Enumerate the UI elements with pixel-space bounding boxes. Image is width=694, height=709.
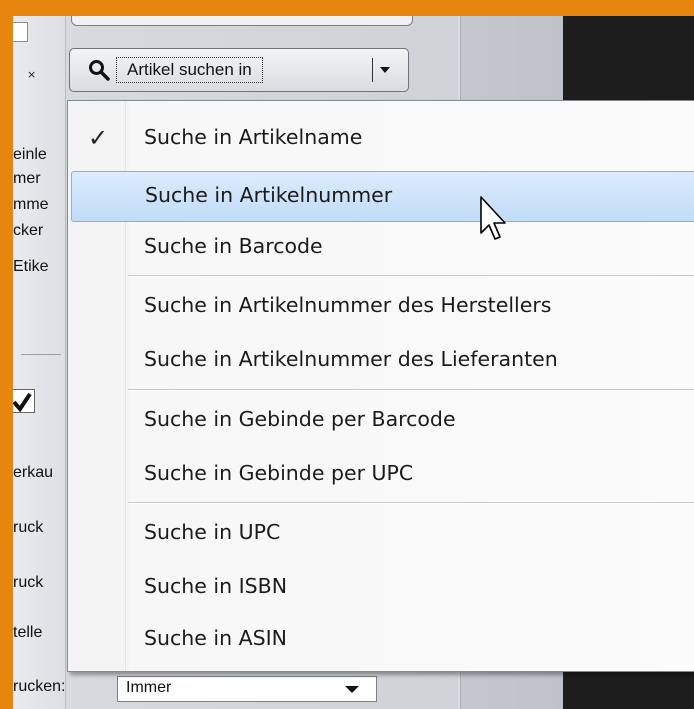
left-label-2: mer: [13, 170, 41, 187]
menu-item-label: Suche in Artikelnummer des Herstellers: [144, 293, 552, 317]
top-checkbox[interactable]: [13, 22, 28, 42]
menu-item-artikelname[interactable]: ✓ Suche in Artikelname: [71, 113, 694, 164]
left-label-6: erkau: [13, 464, 54, 481]
left-label-8: ruck: [13, 574, 44, 591]
menu-item-upc[interactable]: Suche in UPC: [71, 508, 694, 559]
search-in-button[interactable]: Artikel suchen in: [69, 48, 409, 92]
checkmark-icon: ✓: [88, 124, 109, 152]
menu-item-gebinde-upc[interactable]: Suche in Gebinde per UPC: [71, 449, 694, 500]
menu-item-label: Suche in Artikelnummer: [145, 183, 393, 207]
search-in-menu: ✓ Suche in Artikelname Suche in Artikeln…: [67, 100, 694, 672]
menu-item-label: Suche in Gebinde per UPC: [144, 461, 414, 485]
menu-item-label: Suche in Artikelnummer des Lieferanten: [144, 347, 558, 371]
left-column: [13, 16, 66, 709]
menu-separator: [128, 275, 694, 277]
menu-item-artikelnummer[interactable]: Suche in Artikelnummer: [71, 171, 694, 222]
menu-item-label: Suche in ASIN: [144, 626, 288, 650]
menu-item-artikelnummer-lieferant[interactable]: Suche in Artikelnummer des Lieferanten: [71, 335, 694, 386]
menu-item-asin[interactable]: Suche in ASIN: [71, 614, 694, 665]
option-checkbox[interactable]: [13, 389, 35, 413]
print-mode-select[interactable]: Immer: [117, 676, 377, 702]
menu-separator: [128, 502, 694, 504]
left-label-9: telle: [13, 624, 43, 641]
menu-item-isbn[interactable]: Suche in ISBN: [71, 562, 694, 613]
left-label-7: ruck: [13, 519, 44, 536]
left-label-1: einle: [13, 146, 47, 163]
left-label-5: Etike: [13, 258, 49, 275]
bottom-label: rucken:: [13, 678, 66, 695]
mouse-pointer-icon: [480, 196, 506, 240]
close-mark[interactable]: ×: [27, 68, 36, 81]
left-label-3: mme: [13, 196, 49, 213]
search-in-button-label: Artikel suchen in: [116, 57, 263, 83]
menu-separator: [128, 389, 694, 391]
menu-item-label: Suche in Artikelname: [144, 125, 363, 149]
chevron-down-icon[interactable]: [380, 67, 390, 73]
top-text-field[interactable]: [71, 16, 413, 26]
menu-item-barcode[interactable]: Suche in Barcode: [71, 222, 694, 273]
checkmark-icon: [13, 392, 32, 412]
print-mode-value: Immer: [126, 679, 172, 696]
menu-item-label: Suche in UPC: [144, 520, 281, 544]
menu-item-label: Suche in ISBN: [144, 574, 288, 598]
menu-item-label: Suche in Barcode: [144, 234, 323, 258]
menu-item-artikelnummer-hersteller[interactable]: Suche in Artikelnummer des Herstellers: [71, 281, 694, 332]
menu-item-label: Suche in Gebinde per Barcode: [144, 407, 456, 431]
chevron-down-icon: [345, 686, 359, 693]
magnifier-icon: [89, 60, 110, 81]
left-label-4: cker: [13, 222, 44, 239]
menu-item-gebinde-barcode[interactable]: Suche in Gebinde per Barcode: [71, 395, 694, 446]
left-divider: [21, 354, 61, 355]
split-divider: [372, 58, 373, 82]
